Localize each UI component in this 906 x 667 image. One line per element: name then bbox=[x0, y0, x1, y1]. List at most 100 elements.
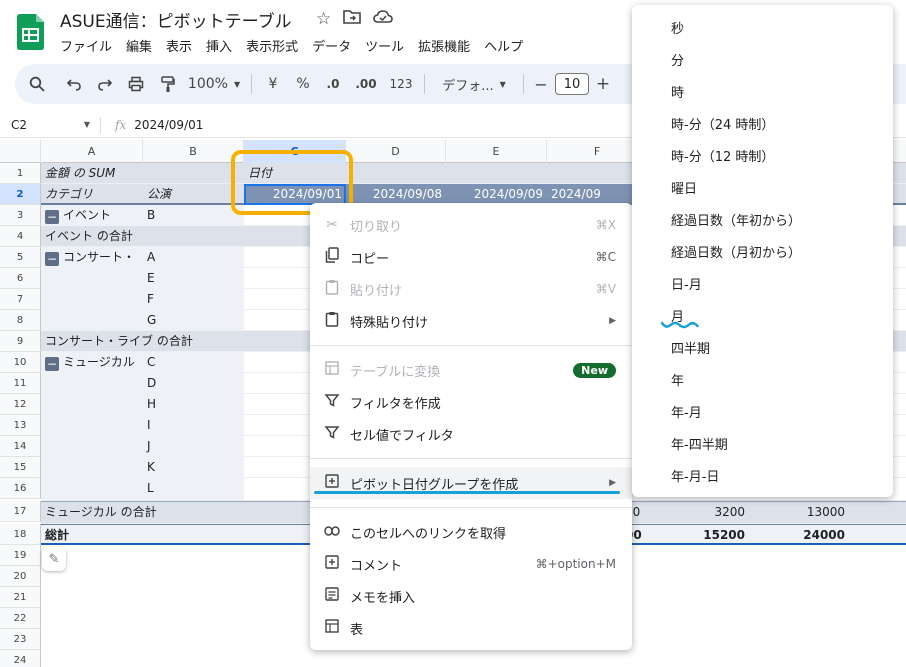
name-box[interactable]: C2 ▼ bbox=[0, 118, 100, 132]
menu-view[interactable]: 表示 bbox=[166, 36, 192, 55]
column-header-d[interactable]: D bbox=[346, 140, 446, 163]
pivot-show-cell[interactable]: G bbox=[143, 310, 244, 331]
submenu-item-year-month-day[interactable]: 年-月-日 bbox=[632, 459, 893, 491]
currency-format-button[interactable]: ¥ bbox=[258, 64, 288, 104]
row-header[interactable]: 6 bbox=[0, 268, 41, 289]
star-icon[interactable]: ☆ bbox=[316, 9, 331, 30]
row-header[interactable]: 13 bbox=[0, 415, 41, 436]
menu-item-get-link[interactable]: このセルへのリンクを取得 bbox=[310, 516, 632, 548]
select-all-corner[interactable] bbox=[0, 140, 41, 163]
pivot-show-cell[interactable]: E bbox=[143, 268, 244, 289]
menu-tools[interactable]: ツール bbox=[365, 36, 404, 55]
row-header[interactable]: 11 bbox=[0, 373, 41, 394]
row-header[interactable]: 1 bbox=[0, 163, 41, 184]
row-header[interactable]: 2 bbox=[0, 184, 41, 205]
submenu-item-hour-minute-24[interactable]: 時-分（24 時制） bbox=[632, 107, 893, 139]
column-header-a[interactable]: A bbox=[41, 140, 143, 163]
more-formats-button[interactable]: 123 bbox=[384, 64, 418, 104]
row-header[interactable]: 24 bbox=[0, 650, 41, 667]
decrease-decimal-button[interactable]: .0 bbox=[318, 64, 348, 104]
row-header[interactable]: 20 bbox=[0, 566, 41, 587]
collapse-icon[interactable]: − bbox=[45, 210, 59, 224]
submenu-item-day-of-year[interactable]: 経過日数（年初から） bbox=[632, 203, 893, 235]
cloud-status-icon[interactable] bbox=[373, 9, 394, 30]
pivot-grand-total-label[interactable]: 総計 bbox=[41, 525, 143, 546]
menu-item-pivot-date-group[interactable]: ピボット日付グループを作成 ▶ bbox=[310, 467, 632, 499]
pivot-subtotal-label[interactable]: ミュージカル の合計 bbox=[41, 502, 311, 523]
font-size-decrease-button[interactable]: − bbox=[530, 64, 552, 104]
menu-item-filter-by-value[interactable]: セル値でフィルタ bbox=[310, 418, 632, 450]
collapse-icon[interactable]: − bbox=[45, 252, 59, 266]
date-header-cell[interactable]: 2024/09/08 bbox=[346, 184, 446, 205]
pivot-total-cell[interactable]: 15200 bbox=[648, 525, 749, 546]
pivot-show-cell[interactable]: H bbox=[143, 394, 244, 415]
pivot-value-cell[interactable]: 13000 bbox=[749, 502, 849, 523]
redo-icon[interactable] bbox=[89, 64, 119, 104]
font-size-increase-button[interactable]: + bbox=[592, 64, 614, 104]
pivot-show-header[interactable]: 公演 bbox=[143, 184, 244, 205]
row-header[interactable]: 23 bbox=[0, 629, 41, 650]
row-header[interactable]: 7 bbox=[0, 289, 41, 310]
row-header[interactable]: 4 bbox=[0, 226, 41, 247]
paint-format-icon[interactable] bbox=[153, 64, 183, 104]
pivot-show-cell[interactable]: K bbox=[143, 457, 244, 478]
row-header[interactable]: 17 bbox=[0, 501, 41, 522]
pivot-show-cell[interactable]: D bbox=[143, 373, 244, 394]
search-icon[interactable] bbox=[15, 64, 59, 104]
submenu-item-day-month[interactable]: 日-月 bbox=[632, 267, 893, 299]
column-header-e[interactable]: E bbox=[446, 140, 547, 163]
pivot-show-cell[interactable]: F bbox=[143, 289, 244, 310]
pivot-category-cell[interactable]: − ミュージカル bbox=[41, 352, 143, 373]
pivot-subtotal-label[interactable]: イベント の合計 bbox=[41, 226, 311, 247]
formula-input[interactable]: 2024/09/01 bbox=[134, 118, 203, 132]
menu-extensions[interactable]: 拡張機能 bbox=[418, 36, 470, 55]
row-header[interactable]: 14 bbox=[0, 436, 41, 457]
menu-item-paste[interactable]: 貼り付け ⌘V bbox=[310, 273, 632, 305]
row-header[interactable]: 16 bbox=[0, 478, 41, 499]
row-header[interactable]: 5 bbox=[0, 247, 41, 268]
row-header[interactable]: 9 bbox=[0, 331, 41, 352]
submenu-item-year-quarter[interactable]: 年-四半期 bbox=[632, 427, 893, 459]
menu-item-paste-special[interactable]: 特殊貼り付け ▶ bbox=[310, 305, 632, 337]
pivot-show-cell[interactable]: C bbox=[143, 352, 244, 373]
menu-item-convert-table[interactable]: テーブルに変換 New bbox=[310, 354, 632, 386]
menu-item-table[interactable]: 表 bbox=[310, 612, 632, 644]
date-header-cell[interactable]: 2024/09/09 bbox=[446, 184, 547, 205]
document-title[interactable]: ASUE通信：ピボットテーブル bbox=[60, 7, 292, 32]
pivot-category-cell[interactable] bbox=[41, 394, 143, 415]
submenu-item-year[interactable]: 年 bbox=[632, 363, 893, 395]
submenu-item-second[interactable]: 秒 bbox=[632, 11, 893, 43]
pivot-show-cell[interactable]: A bbox=[143, 247, 244, 268]
row-header[interactable]: 19 bbox=[0, 545, 41, 566]
menu-item-cut[interactable]: ✂ 切り取り ⌘X bbox=[310, 209, 632, 241]
row-header[interactable]: 21 bbox=[0, 587, 41, 608]
row-header[interactable]: 15 bbox=[0, 457, 41, 478]
pivot-category-cell[interactable] bbox=[41, 415, 143, 436]
submenu-item-hour[interactable]: 時 bbox=[632, 75, 893, 107]
submenu-item-quarter[interactable]: 四半期 bbox=[632, 331, 893, 363]
column-header-b[interactable]: B bbox=[143, 140, 244, 163]
menu-item-create-filter[interactable]: フィルタを作成 bbox=[310, 386, 632, 418]
pivot-value-cell[interactable]: 3200 bbox=[648, 502, 749, 523]
pivot-show-cell[interactable]: B bbox=[143, 205, 244, 226]
font-family-select[interactable]: デフォ... ▼ bbox=[431, 64, 517, 104]
row-header[interactable]: 10 bbox=[0, 352, 41, 373]
menu-item-comment[interactable]: コメント ⌘+option+M bbox=[310, 548, 632, 580]
pivot-category-header[interactable]: カテゴリ bbox=[41, 184, 143, 205]
menu-item-insert-note[interactable]: メモを挿入 bbox=[310, 580, 632, 612]
submenu-item-minute[interactable]: 分 bbox=[632, 43, 893, 75]
sheets-logo-icon[interactable] bbox=[17, 14, 44, 50]
move-folder-icon[interactable] bbox=[343, 9, 362, 30]
pivot-subtotal-label[interactable]: コンサート・ライブ の合計 bbox=[41, 331, 311, 352]
pivot-category-cell[interactable] bbox=[41, 373, 143, 394]
row-header[interactable]: 18 bbox=[0, 524, 41, 545]
percent-format-button[interactable]: % bbox=[288, 64, 318, 104]
pivot-category-cell[interactable]: − コンサート・ bbox=[41, 247, 143, 268]
pivot-show-cell[interactable]: L bbox=[143, 478, 244, 501]
menu-item-copy[interactable]: コピー ⌘C bbox=[310, 241, 632, 273]
collapse-icon[interactable]: − bbox=[45, 357, 59, 371]
submenu-item-hour-minute-12[interactable]: 時-分（12 時制） bbox=[632, 139, 893, 171]
undo-icon[interactable] bbox=[59, 64, 89, 104]
submenu-item-year-month[interactable]: 年-月 bbox=[632, 395, 893, 427]
pivot-show-cell[interactable]: I bbox=[143, 415, 244, 436]
